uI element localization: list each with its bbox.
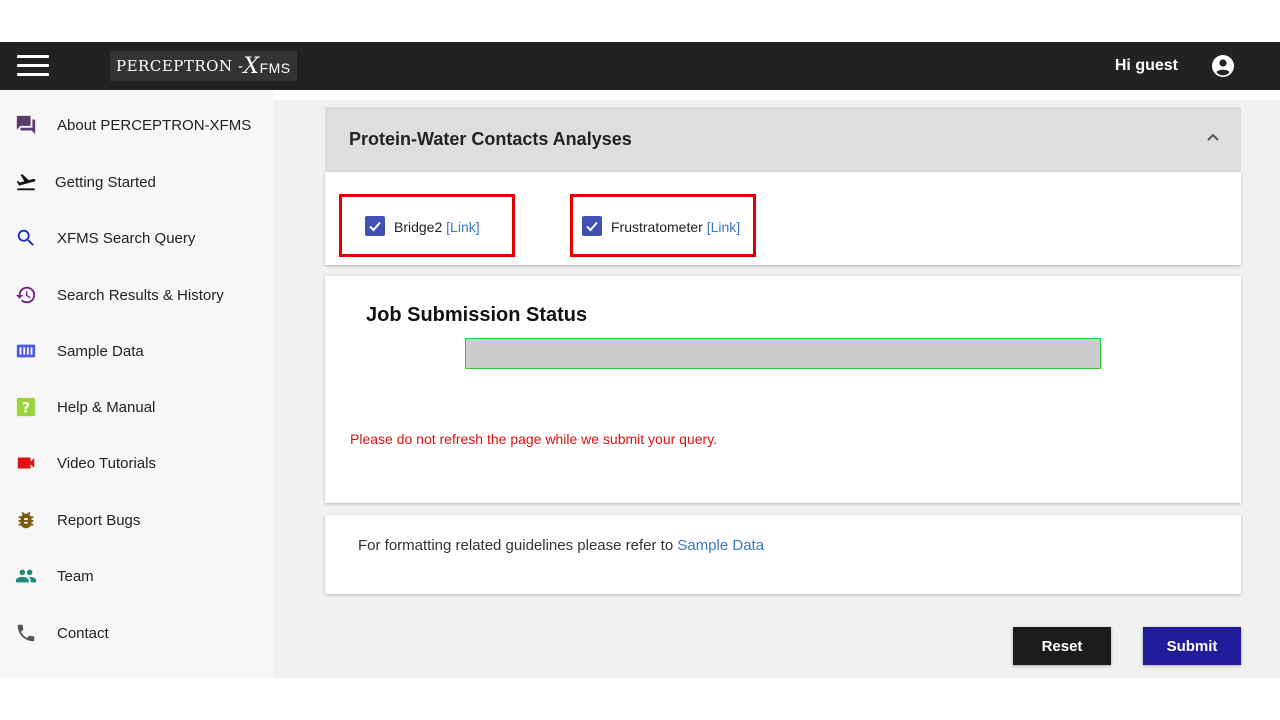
svg-text:?: ?: [22, 401, 30, 417]
sidebar-item-contact[interactable]: Contact: [0, 613, 274, 653]
account-circle-icon[interactable]: [1211, 54, 1235, 78]
analysis-panel-header[interactable]: Protein-Water Contacts Analyses: [325, 107, 1241, 172]
phone-icon: [14, 621, 38, 645]
sidebar-item-label: About PERCEPTRON-XFMS: [57, 116, 252, 134]
main-content: Protein-Water Contacts Analyses Bridge2 …: [274, 100, 1280, 678]
forum-icon: [14, 113, 38, 137]
help-icon: ?: [14, 395, 38, 419]
people-icon: [14, 564, 38, 588]
logo-sub: FMS: [259, 60, 291, 76]
history-icon: [14, 283, 38, 307]
search-icon: [14, 226, 38, 250]
frustratometer-link[interactable]: [Link]: [707, 219, 740, 235]
sidebar-item-label: Contact: [57, 624, 109, 642]
bridge2-checkbox[interactable]: [365, 216, 385, 236]
sidebar-item-getting-started[interactable]: Getting Started: [0, 162, 274, 202]
option-frustratometer: Frustratometer [Link]: [570, 194, 756, 257]
check-icon: [369, 221, 381, 232]
logo-text: PERCEPTRON -: [116, 57, 244, 75]
menu-icon[interactable]: [17, 55, 49, 77]
sidebar-item-label: XFMS Search Query: [57, 229, 196, 247]
view-column-icon: [14, 339, 38, 363]
option-label: Frustratometer [Link]: [611, 219, 740, 235]
sidebar-item-video-tutorials[interactable]: Video Tutorials: [0, 443, 274, 483]
guideline-label: For formatting related guidelines please…: [358, 537, 674, 554]
chevron-up-icon[interactable]: [1205, 129, 1221, 145]
sidebar-item-search-query[interactable]: XFMS Search Query: [0, 218, 274, 258]
logo-x: X: [243, 53, 260, 79]
sidebar-item-label: Report Bugs: [57, 511, 141, 529]
flight-takeoff-icon: [14, 170, 38, 194]
guidelines-panel: For formatting related guidelines please…: [325, 515, 1241, 594]
bridge2-link[interactable]: [Link]: [446, 219, 479, 235]
sidebar-nav: About PERCEPTRON-XFMS Getting Started XF…: [0, 90, 274, 678]
reset-button[interactable]: Reset: [1013, 627, 1111, 665]
sidebar-item-label: Sample Data: [57, 342, 144, 360]
sidebar-item-label: Help & Manual: [57, 398, 156, 416]
guideline-text: For formatting related guidelines please…: [358, 537, 764, 554]
option-label: Bridge2 [Link]: [394, 219, 480, 235]
videocam-icon: [14, 451, 38, 475]
sidebar-item-label: Getting Started: [55, 173, 156, 191]
user-greeting: Hi guest: [1114, 57, 1178, 74]
check-icon: [586, 221, 598, 232]
submit-button[interactable]: Submit: [1143, 627, 1241, 665]
sidebar-item-label: Team: [57, 567, 94, 585]
app-logo[interactable]: PERCEPTRON - X FMS: [110, 51, 297, 81]
sidebar-item-label: Video Tutorials: [57, 454, 156, 472]
status-title: Job Submission Status: [366, 304, 588, 326]
bug-icon: [14, 508, 38, 532]
job-status-panel: Job Submission Status Please do not refr…: [325, 276, 1241, 503]
progress-bar: [465, 338, 1101, 369]
frustratometer-label: Frustratometer: [611, 219, 703, 235]
panel-title: Protein-Water Contacts Analyses: [349, 129, 632, 149]
top-app-bar: PERCEPTRON - X FMS Hi guest: [0, 42, 1280, 90]
sidebar-item-sample-data[interactable]: Sample Data: [0, 331, 274, 371]
frustratometer-checkbox[interactable]: [582, 216, 602, 236]
option-bridge2: Bridge2 [Link]: [339, 194, 515, 257]
sample-data-link[interactable]: Sample Data: [677, 537, 764, 554]
sidebar-item-report-bugs[interactable]: Report Bugs: [0, 500, 274, 540]
sidebar-item-help[interactable]: ? Help & Manual: [0, 387, 274, 427]
sidebar-item-about[interactable]: About PERCEPTRON-XFMS: [0, 105, 274, 145]
analysis-options-panel: Bridge2 [Link] Frustratometer [Link]: [325, 172, 1241, 265]
refresh-warning: Please do not refresh the page while we …: [350, 431, 718, 447]
sidebar-item-team[interactable]: Team: [0, 556, 274, 596]
bridge2-label: Bridge2: [394, 219, 443, 235]
sidebar-item-label: Search Results & History: [57, 286, 224, 304]
sidebar-item-search-results[interactable]: Search Results & History: [0, 275, 274, 315]
